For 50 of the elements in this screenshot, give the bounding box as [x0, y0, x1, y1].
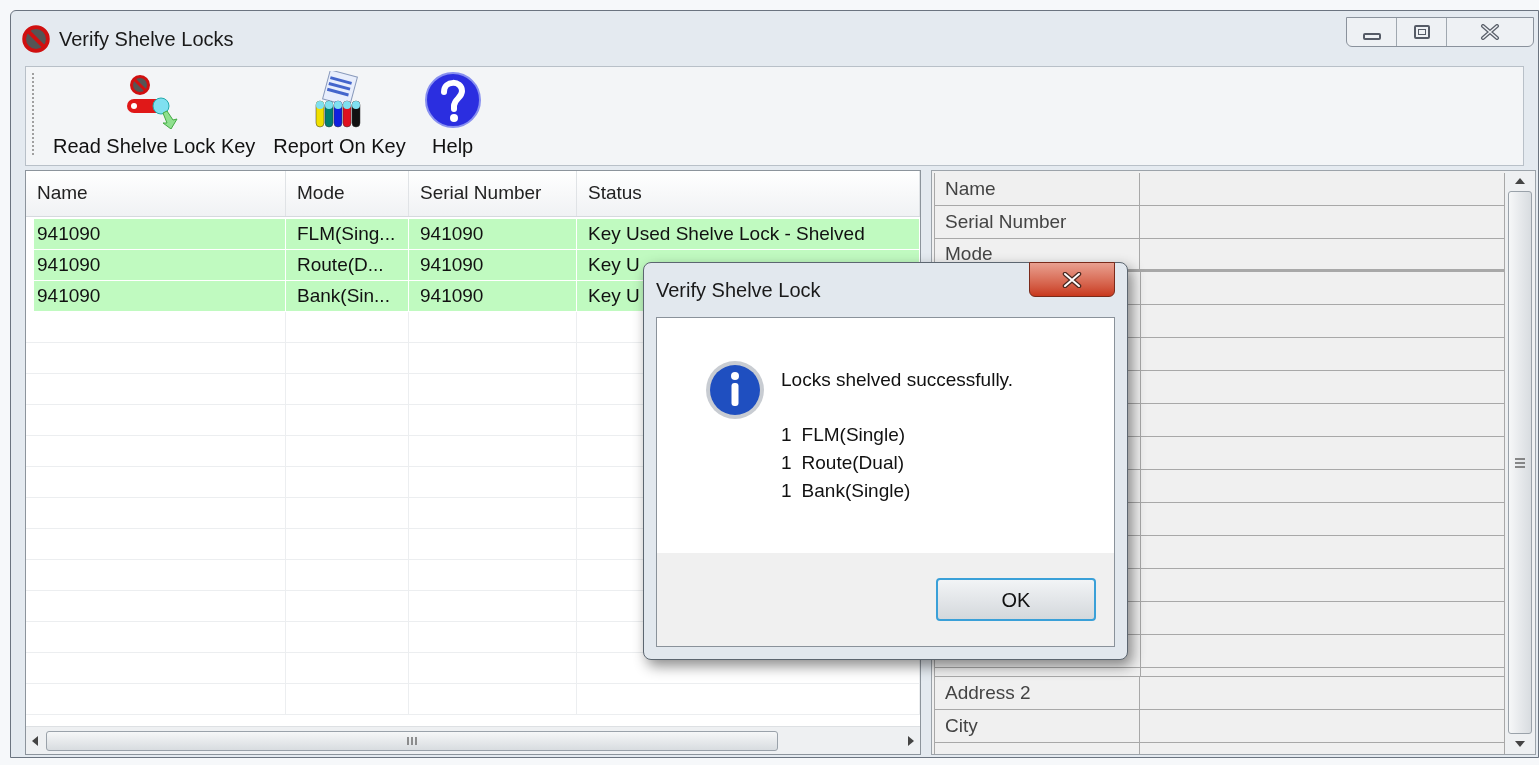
table-cell-text: 941090: [420, 283, 484, 308]
window-title: Verify Shelve Locks: [59, 26, 234, 52]
property-label: City: [945, 713, 978, 738]
item-name: Route(Dual): [801, 450, 904, 475]
grip-icon: [406, 735, 418, 746]
property-label: Serial Number: [945, 209, 1067, 234]
item-name: FLM(Single): [801, 422, 906, 447]
item-count: 1: [781, 478, 792, 503]
item-name: Bank(Single): [801, 478, 911, 503]
table-cell-text: 941090: [420, 221, 484, 246]
close-icon: [1062, 271, 1082, 288]
table-cell-text: Key U: [588, 252, 640, 277]
app-icon: [21, 23, 51, 54]
table-cell-text: 941090: [37, 283, 101, 308]
scroll-left-icon: [30, 734, 40, 747]
table-cell-text: 941090: [37, 221, 101, 246]
toolbar-button[interactable]: Report On Key: [273, 71, 406, 161]
table-row[interactable]: 941090 FLM(Sing... 941090 Key Used Shelve Lock - Shelved: [34, 219, 920, 250]
scroll-thumb[interactable]: [1508, 191, 1532, 734]
property-label: Name: [945, 176, 996, 201]
scroll-right-icon: [906, 734, 916, 747]
scroll-thumb[interactable]: [46, 730, 778, 751]
column-header[interactable]: Mode: [286, 171, 409, 216]
scroll-down-icon: [1514, 740, 1526, 748]
table-cell-text: 941090: [37, 252, 101, 277]
column-header[interactable]: Serial Number: [409, 171, 577, 216]
property-label: Address 2: [945, 680, 1031, 705]
table-cell-text: Bank(Sin...: [297, 283, 390, 308]
toolbar-button[interactable]: Help: [423, 71, 482, 161]
column-header[interactable]: Name: [26, 171, 286, 216]
property-label: Mode: [945, 241, 993, 266]
horizontal-scrollbar[interactable]: [26, 726, 920, 754]
dialog-message: Locks shelved successfully.: [781, 368, 1013, 392]
close-button[interactable]: [1029, 262, 1115, 297]
toolbar-button[interactable]: Read Shelve Lock Key: [53, 73, 256, 161]
ok-button[interactable]: OK: [936, 578, 1096, 621]
table-cell-text: Key Used Shelve Lock - Shelved: [588, 221, 865, 246]
close-icon: [1480, 24, 1500, 40]
item-count: 1: [781, 422, 792, 447]
help-icon: [423, 71, 482, 129]
info-icon: [705, 360, 765, 420]
grip-icon: [1514, 456, 1526, 469]
dialog-title: Verify Shelve Lock: [656, 278, 821, 303]
table-cell-text: 941090: [420, 252, 484, 277]
column-header[interactable]: Status: [577, 171, 920, 216]
item-count: 1: [781, 450, 792, 475]
scroll-up-icon: [1514, 177, 1526, 185]
table-cell-text: Route(D...: [297, 252, 384, 277]
table-cell-text: FLM(Sing...: [297, 221, 396, 246]
table-cell-text: Key U: [588, 283, 640, 308]
